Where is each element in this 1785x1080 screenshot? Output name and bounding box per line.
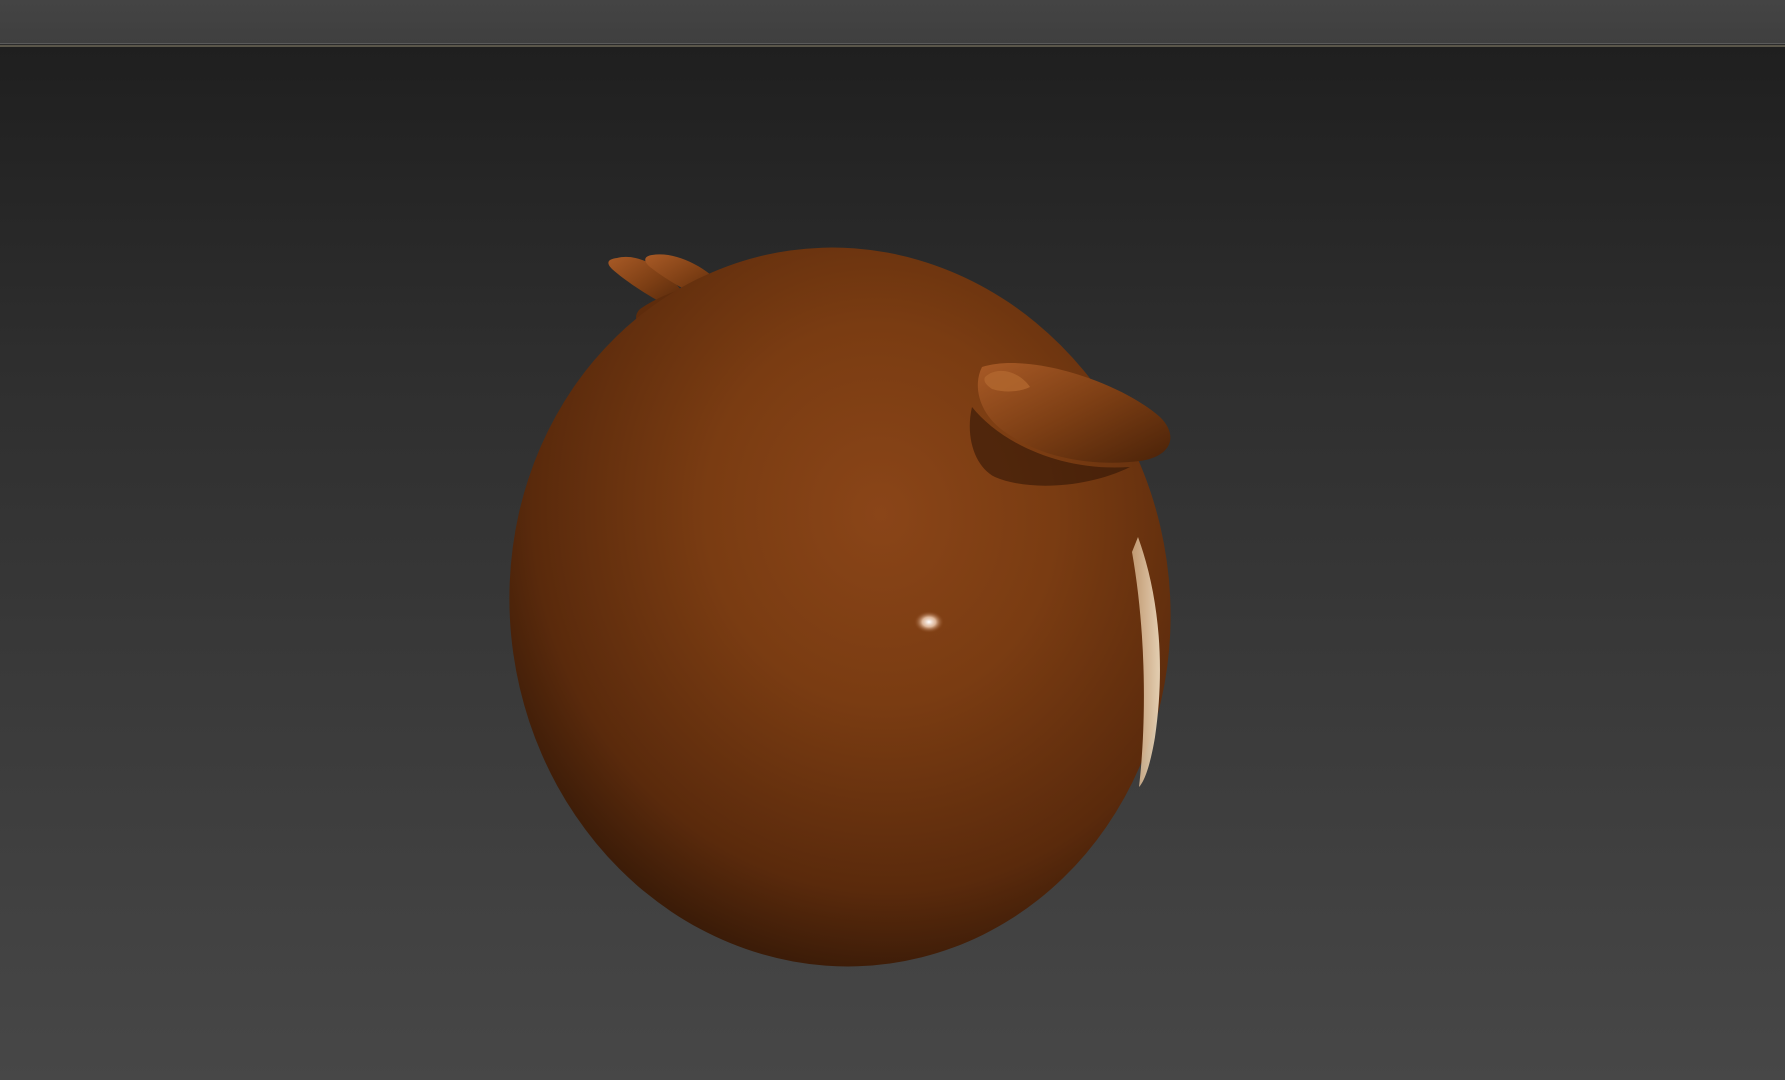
- body-sphere: [509, 247, 1171, 967]
- creature-model[interactable]: [463, 205, 1217, 1010]
- specular-highlight: [914, 611, 944, 633]
- 3d-viewport[interactable]: [0, 47, 1785, 1080]
- 3d-modeling-app: [0, 0, 1785, 1080]
- viewport-canvas[interactable]: [0, 47, 1785, 1080]
- top-toolbar: [0, 0, 1785, 44]
